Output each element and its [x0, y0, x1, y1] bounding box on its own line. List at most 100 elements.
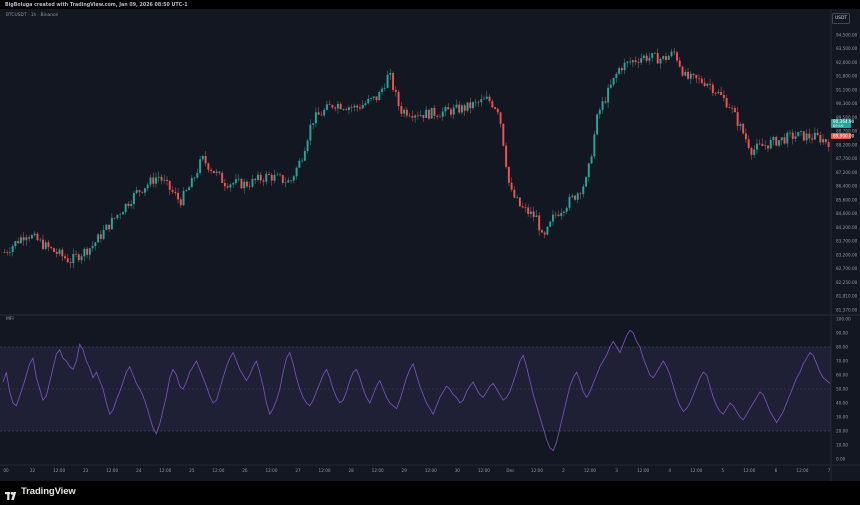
candle-body: [226, 186, 229, 188]
candle-body: [416, 115, 419, 117]
candle-body: [469, 102, 472, 109]
candle-body: [698, 78, 701, 79]
candle-body: [265, 173, 268, 182]
candle-body: [483, 98, 486, 100]
candle-body: [805, 133, 808, 141]
candle-body: [64, 256, 66, 259]
candle-body: [502, 123, 505, 146]
candle-body: [438, 116, 441, 118]
candle-body: [631, 60, 634, 63]
time-tick-label: 12:00: [690, 468, 702, 473]
candle-body: [717, 91, 720, 94]
candle-body: [193, 177, 196, 179]
candle-body: [36, 233, 39, 241]
candle-body: [518, 197, 521, 207]
price-tick-label: 93,500.00: [836, 46, 858, 51]
time-tick-label: 25: [189, 468, 195, 473]
candle-body: [273, 174, 276, 181]
candle-body: [521, 206, 524, 208]
price-tick-label: 84,600.00: [836, 211, 858, 216]
candle-body: [535, 215, 538, 218]
mfi-tick-label: 60.00: [836, 372, 848, 377]
price-tick-label: 85,600.00: [836, 197, 858, 202]
time-tick-label: 6: [775, 468, 778, 473]
mfi-tick-label: 40.00: [836, 400, 848, 405]
price-tick-label: 87,200.00: [836, 170, 858, 175]
candle-body: [645, 55, 648, 61]
candle-body: [320, 114, 323, 116]
candle-body: [116, 214, 119, 218]
candle-body: [755, 143, 758, 150]
candle-body: [808, 133, 811, 139]
chart-area[interactable]: 94,500.00 93,500.00 92,600.00 91,800.00 91,1…: [0, 9, 860, 481]
tradingview-logo[interactable]: TradingView: [5, 485, 76, 500]
candle-body: [485, 96, 488, 99]
candle-body: [565, 207, 568, 212]
candle-body: [684, 72, 687, 76]
candle-body: [546, 226, 549, 235]
candle-body: [130, 203, 133, 207]
candle-body: [463, 105, 466, 111]
candle-body: [80, 256, 83, 261]
candle-body: [292, 176, 295, 181]
chart-svg[interactable]: 94,500.00 93,500.00 92,600.00 91,800.00 91,1…: [0, 9, 860, 481]
time-tick-label: 12:00: [743, 468, 755, 473]
candle-body: [783, 137, 786, 144]
time-tick-label: 4: [668, 468, 671, 473]
candle-body: [276, 174, 279, 176]
candle-body: [124, 203, 127, 213]
candle-body: [733, 108, 736, 113]
candle-body: [19, 237, 22, 244]
candle-body: [287, 180, 290, 183]
candle-body: [816, 132, 819, 135]
candle-body: [653, 52, 656, 54]
indicator-label[interactable]: MFI: [6, 317, 14, 322]
price-tick-label: 81,810.00: [836, 294, 858, 299]
candle-body: [472, 102, 474, 109]
candle-body: [405, 109, 408, 116]
candle-body: [557, 214, 560, 217]
candle-body: [284, 182, 287, 184]
candle-body: [58, 249, 61, 254]
candle-body: [334, 107, 337, 109]
candle-body: [386, 74, 389, 88]
candle-body: [769, 140, 772, 149]
candle-body: [397, 91, 400, 107]
candle-body: [527, 207, 530, 214]
candle-body: [212, 170, 215, 174]
candle-body: [543, 232, 546, 235]
candle-body: [582, 186, 585, 194]
candle-body: [736, 112, 739, 127]
candle-body: [69, 262, 72, 264]
time-tick-label: 12:00: [372, 468, 384, 473]
candle-body: [55, 251, 58, 254]
candle-body: [422, 115, 425, 118]
candle-body: [780, 137, 783, 141]
candle-body: [574, 195, 576, 200]
time-tick-label: 24: [136, 468, 142, 473]
symbol-label[interactable]: BTCUSDT · 1h · Binance: [6, 13, 58, 18]
candle-body: [215, 171, 218, 174]
candle-body: [811, 138, 814, 140]
candle-body: [108, 224, 111, 230]
candle-body: [427, 109, 430, 119]
price-tick-label: 94,500.00: [836, 32, 858, 37]
currency-button[interactable]: USDT: [832, 13, 850, 24]
candle-body: [778, 140, 780, 146]
candle-body: [39, 239, 42, 241]
candle-body: [706, 83, 709, 86]
time-tick-label: 00: [3, 468, 9, 473]
mfi-tick-label: 50.00: [836, 386, 848, 391]
time-tick-label: 12:00: [319, 468, 331, 473]
candle-body: [576, 193, 579, 200]
candle-body: [540, 230, 543, 233]
candle-body: [196, 172, 199, 178]
time-tick-label: 2: [562, 468, 565, 473]
mfi-tick-label: 10.00: [836, 442, 848, 447]
candle-body: [499, 112, 502, 124]
candle-body: [144, 188, 146, 193]
candle-body: [121, 212, 124, 215]
candle-body: [342, 109, 345, 110]
mfi-tick-label: 80.00: [836, 344, 848, 349]
candle-body: [345, 109, 348, 110]
